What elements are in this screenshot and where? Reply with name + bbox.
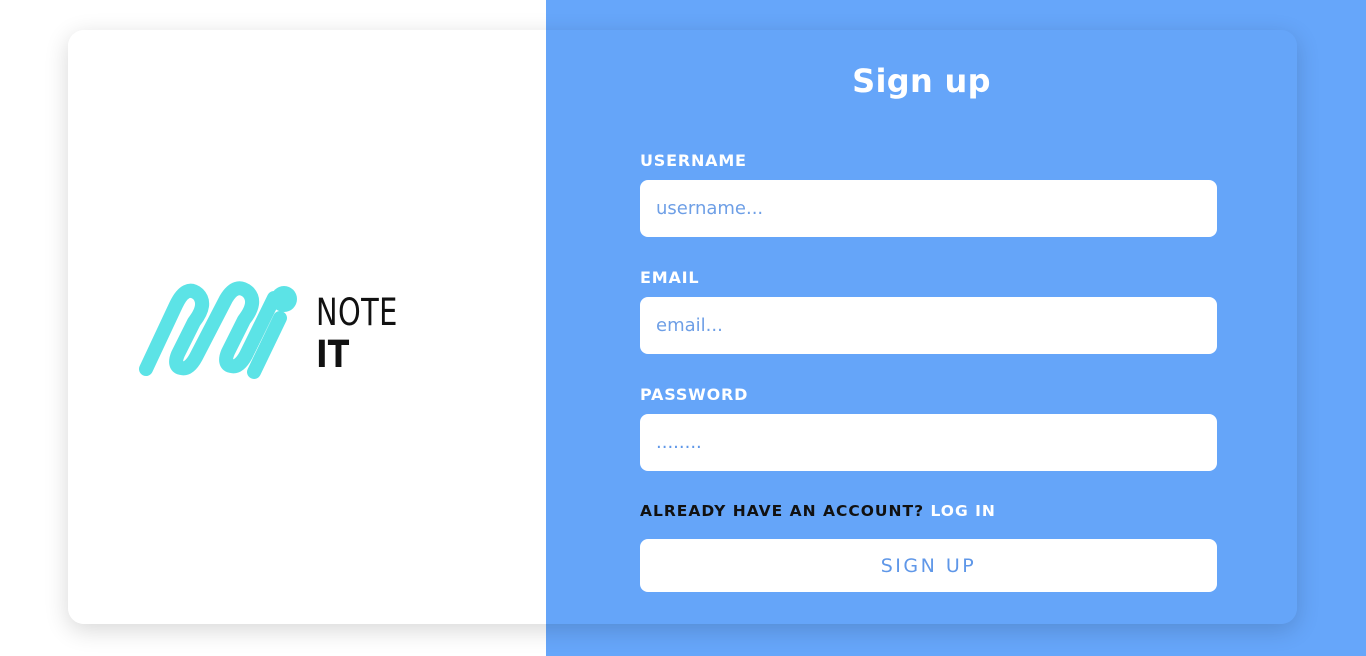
brand-panel: NOTE IT	[68, 30, 546, 624]
email-label: EMAIL	[640, 268, 700, 287]
signup-button[interactable]: SIGN UP	[640, 539, 1217, 592]
page-title: Sign up	[852, 62, 991, 100]
account-prompt-line: ALREADY HAVE AN ACCOUNT? LOG IN	[640, 502, 996, 520]
username-label: USERNAME	[640, 151, 747, 170]
noteit-logo: NOTE IT	[138, 252, 428, 382]
signup-card: NOTE IT Sign up USERNAME EMAIL PASSWORD …	[68, 30, 1297, 624]
signup-form-panel: Sign up USERNAME EMAIL PASSWORD ALREADY …	[546, 30, 1297, 624]
logo-word-note: NOTE	[316, 291, 398, 334]
email-input[interactable]	[640, 297, 1217, 354]
password-label: PASSWORD	[640, 385, 749, 404]
username-input[interactable]	[640, 180, 1217, 237]
login-link[interactable]: LOG IN	[930, 502, 995, 520]
account-prompt-text: ALREADY HAVE AN ACCOUNT?	[640, 502, 925, 520]
logo-word-it: IT	[316, 333, 350, 376]
password-input[interactable]	[640, 414, 1217, 471]
